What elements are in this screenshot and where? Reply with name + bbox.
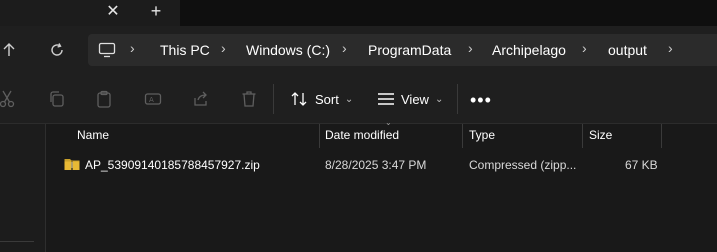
column-divider[interactable] <box>661 124 662 148</box>
column-headers: Name Date modified Type Size <box>46 124 717 148</box>
command-bar: A Sort ⌄ View ⌄ ••• <box>0 74 717 124</box>
chevron-right-icon: › <box>342 40 347 56</box>
file-type: Compressed (zipp... <box>469 158 577 172</box>
sort-icon <box>291 92 307 106</box>
breadcrumb-windows-c[interactable]: Windows (C:) <box>246 42 330 58</box>
sort-button[interactable]: Sort ⌄ <box>291 89 353 109</box>
delete-icon[interactable] <box>238 88 260 110</box>
chevron-down-icon: ⌄ <box>434 93 444 105</box>
more-options-button[interactable]: ••• <box>470 90 492 111</box>
column-divider[interactable] <box>462 124 463 148</box>
column-divider[interactable] <box>319 124 320 148</box>
chevron-right-icon[interactable]: › <box>668 40 673 56</box>
navigation-pane[interactable] <box>0 124 46 252</box>
chevron-right-icon: › <box>130 40 135 56</box>
arrow-up-icon[interactable] <box>0 38 22 62</box>
sort-label: Sort <box>315 91 339 107</box>
tab-bar: ✕ + <box>0 0 717 26</box>
view-button[interactable]: View ⌄ <box>377 89 443 109</box>
monitor-icon <box>98 42 116 61</box>
view-list-icon <box>378 93 394 105</box>
chevron-right-icon: › <box>221 40 226 56</box>
file-size: 67 KB <box>625 158 658 172</box>
column-header-date-modified[interactable]: Date modified <box>325 128 399 142</box>
svg-text:A: A <box>149 96 154 104</box>
breadcrumb-archipelago[interactable]: Archipelago <box>492 42 566 58</box>
chevron-down-icon: ⌄ <box>344 93 354 105</box>
sort-indicator-icon: ⌄ <box>385 118 392 127</box>
divider <box>273 84 274 114</box>
navigation-bar: › This PC › Windows (C:) › ProgramData ›… <box>0 26 717 74</box>
title-bar-drag-area <box>180 0 717 26</box>
column-header-name[interactable]: Name <box>77 128 109 142</box>
cut-icon[interactable] <box>0 88 18 110</box>
refresh-icon[interactable] <box>44 38 70 62</box>
share-icon[interactable] <box>190 88 212 110</box>
copy-icon[interactable] <box>46 88 68 110</box>
address-bar[interactable]: › This PC › Windows (C:) › ProgramData ›… <box>88 34 717 66</box>
chevron-right-icon: › <box>582 40 587 56</box>
column-divider[interactable] <box>582 124 583 148</box>
zip-folder-icon <box>64 156 80 175</box>
breadcrumb-this-pc[interactable]: This PC <box>160 42 210 58</box>
file-date-modified: 8/28/2025 3:47 PM <box>325 158 427 172</box>
close-icon[interactable]: ✕ <box>100 0 126 22</box>
file-name[interactable]: AP_53909140185788457927.zip <box>85 158 260 172</box>
rename-icon[interactable]: A <box>142 88 164 110</box>
plus-icon[interactable]: + <box>143 0 169 22</box>
breadcrumb-programdata[interactable]: ProgramData <box>368 42 451 58</box>
column-header-type[interactable]: Type <box>469 128 495 142</box>
chevron-right-icon: › <box>468 40 473 56</box>
divider <box>457 84 458 114</box>
file-row[interactable]: AP_53909140185788457927.zip 8/28/2025 3:… <box>60 154 660 176</box>
paste-icon[interactable] <box>93 88 115 110</box>
column-header-size[interactable]: Size <box>589 128 612 142</box>
divider <box>0 241 34 242</box>
breadcrumb-output[interactable]: output <box>608 42 647 58</box>
view-label: View <box>401 91 429 107</box>
